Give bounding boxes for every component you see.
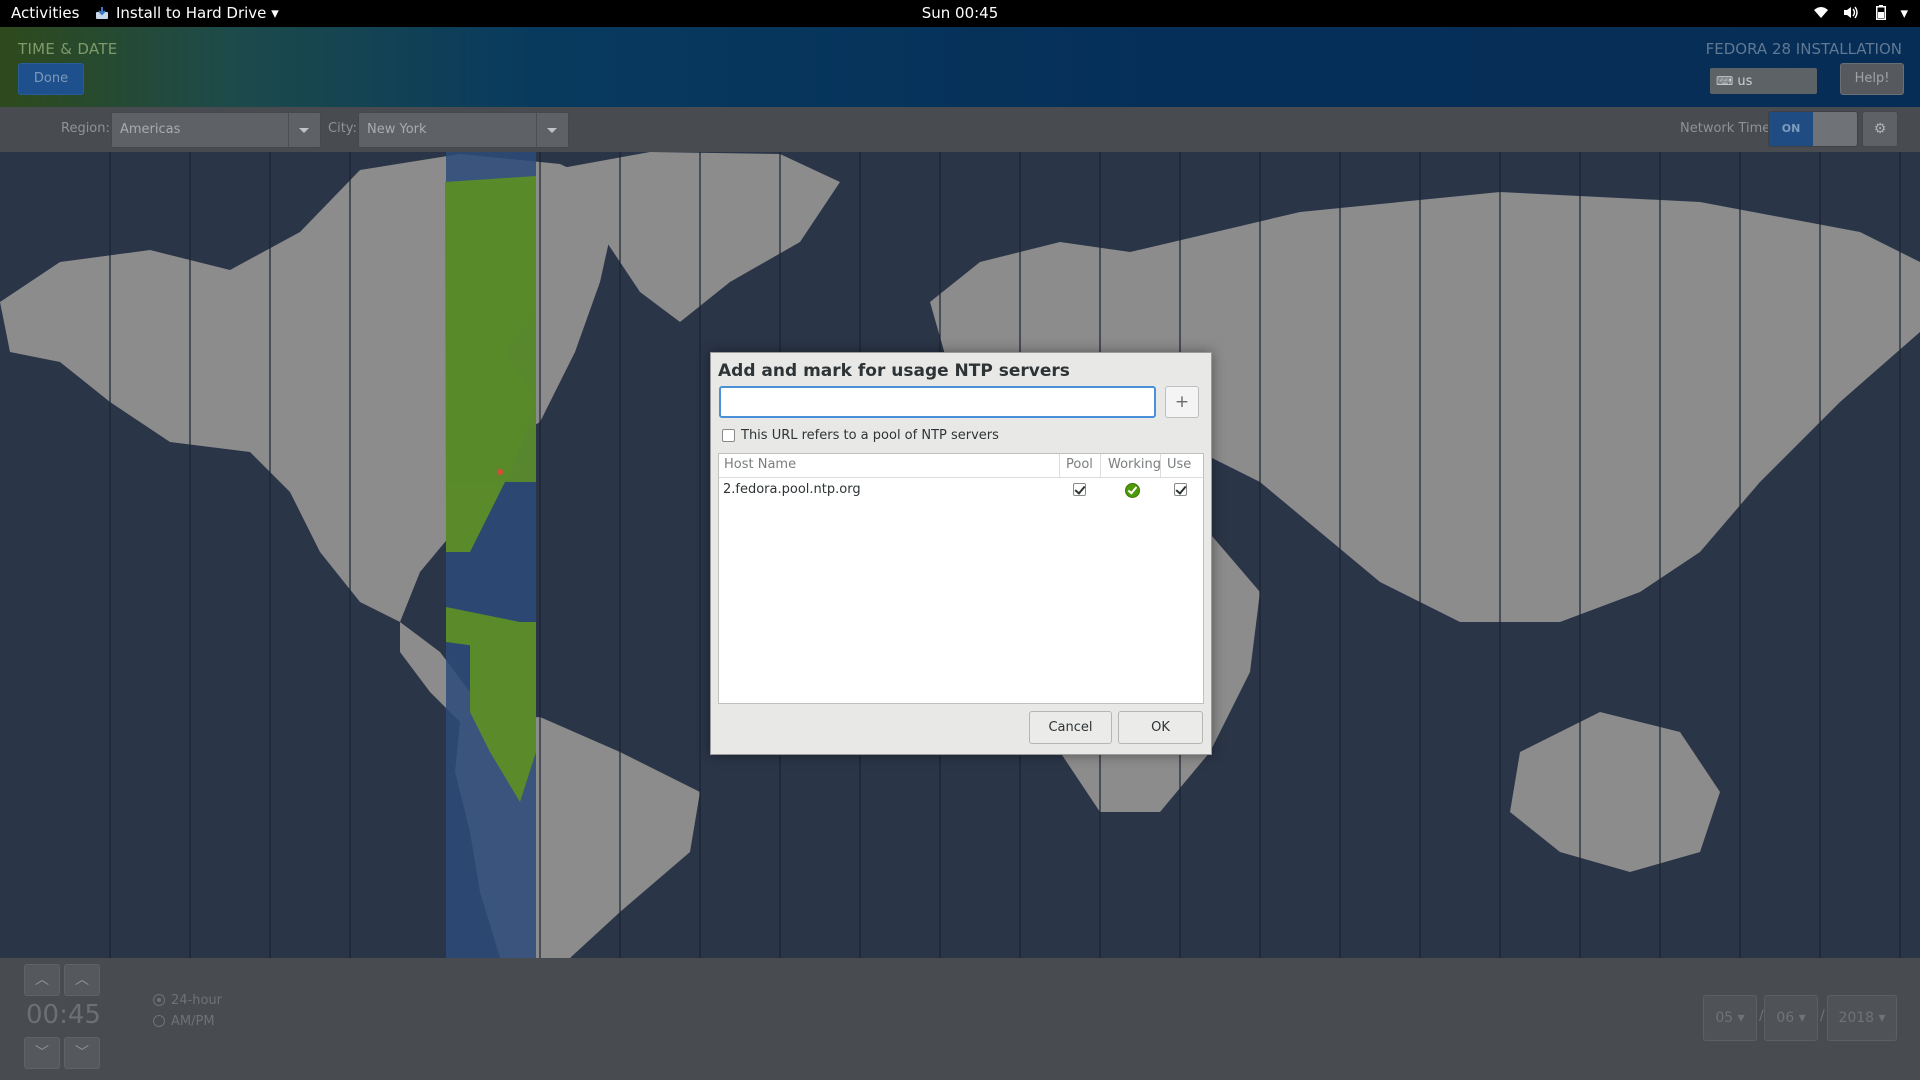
selected-city-marker [497, 469, 503, 475]
date-separator: / [1759, 1008, 1764, 1024]
month-combo[interactable]: 05 ▾ [1703, 995, 1757, 1041]
chevron-down-icon: ﹀ [75, 1045, 89, 1061]
clock[interactable]: Sun 00:45 [0, 4, 1920, 22]
use-checkbox-cell[interactable] [1174, 483, 1187, 496]
month-value: 05 [1715, 1010, 1734, 1026]
ntp-servers-table[interactable]: Host Name Pool Working Use 2.fedora.pool… [718, 453, 1204, 704]
column-pool[interactable]: Pool [1066, 457, 1093, 472]
installer-icon [96, 7, 108, 19]
installer-title: FEDORA 28 INSTALLATION [1705, 40, 1902, 58]
keyboard-layout-label: us [1737, 74, 1753, 89]
column-working[interactable]: Working [1108, 457, 1161, 472]
radio-24-hour[interactable]: 24-hour [153, 993, 222, 1008]
ntp-servers-dialog: Add and mark for usage NTP servers + Thi… [710, 352, 1212, 755]
radio-24-hour-label: 24-hour [171, 993, 223, 1008]
radio-indicator [153, 1015, 165, 1027]
app-menu-label: Install to Hard Drive [116, 4, 267, 22]
column-divider [1160, 454, 1161, 477]
ok-button[interactable]: OK [1118, 711, 1203, 744]
volume-icon [1843, 6, 1858, 19]
chevron-down-icon: ﹀ [35, 1045, 49, 1061]
help-button[interactable]: Help! [1840, 63, 1904, 95]
chevron-down-icon [536, 113, 568, 147]
radio-ampm[interactable]: AM/PM [153, 1014, 215, 1029]
system-menu-arrow-icon: ▾ [1900, 4, 1908, 22]
done-button[interactable]: Done [18, 63, 84, 95]
checkbox-icon [722, 429, 735, 442]
city-combo[interactable]: New York [358, 112, 569, 148]
chevron-down-icon: ▾ [1878, 1010, 1886, 1026]
year-value: 2018 [1838, 1010, 1875, 1026]
cancel-button[interactable]: Cancel [1029, 711, 1112, 744]
date-separator: / [1820, 1008, 1825, 1024]
region-combo[interactable]: Americas [111, 112, 321, 148]
keyboard-layout-indicator[interactable]: ⌨ us [1710, 68, 1817, 94]
chevron-down-icon: ▾ [1737, 1010, 1745, 1026]
pool-checkbox-label: This URL refers to a pool of NTP servers [741, 428, 999, 443]
network-time-switch[interactable]: ON [1768, 111, 1858, 147]
radio-indicator [153, 994, 165, 1006]
chevron-up-icon: ︿ [35, 972, 49, 988]
header-banner: TIME & DATE Done FEDORA 28 INSTALLATION … [0, 27, 1920, 107]
table-row[interactable]: 2.fedora.pool.ntp.org [719, 478, 1203, 502]
hour-down-button[interactable]: ﹀ [24, 1037, 60, 1069]
keyboard-icon: ⌨ [1716, 74, 1734, 88]
network-time-state: ON [1769, 112, 1813, 146]
chevron-down-icon: ▾ [1798, 1010, 1806, 1026]
day-value: 06 [1776, 1010, 1795, 1026]
day-combo[interactable]: 06 ▾ [1764, 995, 1818, 1041]
hour-up-button[interactable]: ︿ [24, 964, 60, 996]
network-time-label: Network Time [1680, 121, 1771, 136]
column-use[interactable]: Use [1167, 457, 1191, 472]
year-combo[interactable]: 2018 ▾ [1827, 995, 1897, 1041]
minute-down-button[interactable]: ﹀ [64, 1037, 100, 1069]
server-host-name[interactable]: 2.fedora.pool.ntp.org [723, 482, 861, 497]
wifi-icon [1814, 7, 1829, 18]
gear-icon: ⚙ [1873, 121, 1887, 137]
table-header: Host Name Pool Working Use [719, 454, 1203, 478]
pool-checkbox-cell[interactable] [1073, 483, 1086, 496]
ntp-server-url-input[interactable] [719, 386, 1156, 418]
top-bar: Activities Install to Hard Drive ▾ Sun 0… [0, 0, 1920, 27]
chevron-down-icon: ▾ [271, 4, 279, 22]
city-label: City: [328, 121, 357, 136]
column-divider [1100, 454, 1101, 477]
system-tray[interactable]: ▾ [1804, 4, 1908, 22]
battery-icon [1875, 5, 1886, 20]
timezone-toolbar: Region: Americas City: New York Network … [0, 107, 1920, 152]
region-label: Region: [61, 121, 110, 136]
column-host-name[interactable]: Host Name [724, 457, 796, 472]
plus-icon: + [1174, 392, 1190, 412]
column-divider [1059, 454, 1060, 477]
page-title: TIME & DATE [18, 40, 118, 58]
minute-up-button[interactable]: ︿ [64, 964, 100, 996]
pool-checkbox[interactable]: This URL refers to a pool of NTP servers [722, 428, 999, 443]
ntp-config-button[interactable]: ⚙ [1862, 111, 1898, 147]
chevron-down-icon [288, 113, 320, 147]
working-ok-icon [1125, 483, 1140, 498]
radio-ampm-label: AM/PM [171, 1014, 215, 1029]
add-server-button[interactable]: + [1165, 386, 1199, 418]
dialog-title: Add and mark for usage NTP servers [718, 361, 1070, 381]
chevron-up-icon: ︿ [75, 972, 89, 988]
time-date-controls: ︿ ︿ 00:45 ﹀ ﹀ 24-hour AM/PM 05 ▾ / 06 ▾ … [0, 958, 1920, 1080]
app-menu[interactable]: Install to Hard Drive ▾ [95, 4, 279, 22]
time-display: 00:45 [26, 1000, 101, 1030]
city-value: New York [367, 122, 427, 137]
activities-button[interactable]: Activities [11, 4, 79, 22]
region-value: Americas [120, 122, 181, 137]
